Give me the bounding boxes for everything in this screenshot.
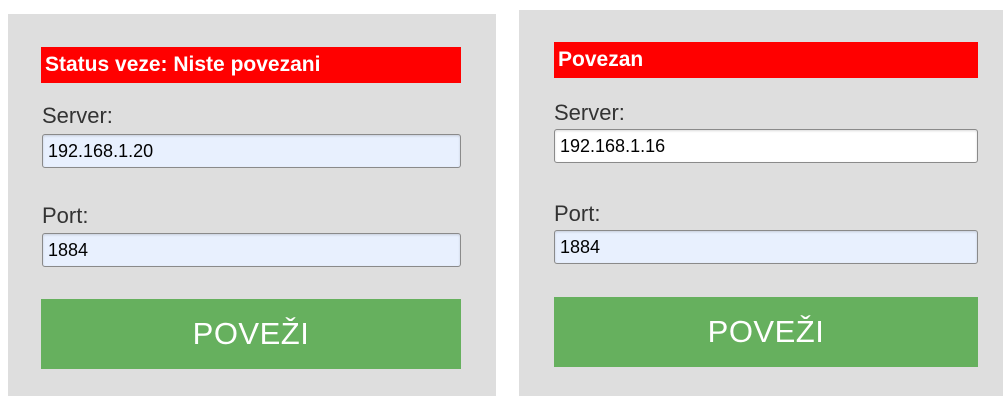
connection-status-banner: Status veze: Niste povezani (41, 47, 461, 83)
server-input[interactable] (554, 129, 978, 163)
connection-status-banner: Povezan (554, 42, 978, 78)
connect-button[interactable]: POVEŽI (41, 299, 461, 369)
server-label: Server: (554, 100, 625, 125)
connect-button[interactable]: POVEŽI (554, 297, 978, 367)
port-input[interactable] (554, 230, 978, 264)
server-input[interactable] (42, 134, 461, 168)
connection-panel-disconnected: Status veze: Niste povezani Server: Port… (8, 14, 496, 396)
port-label: Port: (42, 203, 89, 228)
server-label: Server: (42, 103, 113, 128)
port-input[interactable] (42, 233, 461, 267)
port-label: Port: (554, 201, 601, 226)
connection-panel-connected: Povezan Server: Port: POVEŽI (519, 10, 1003, 396)
